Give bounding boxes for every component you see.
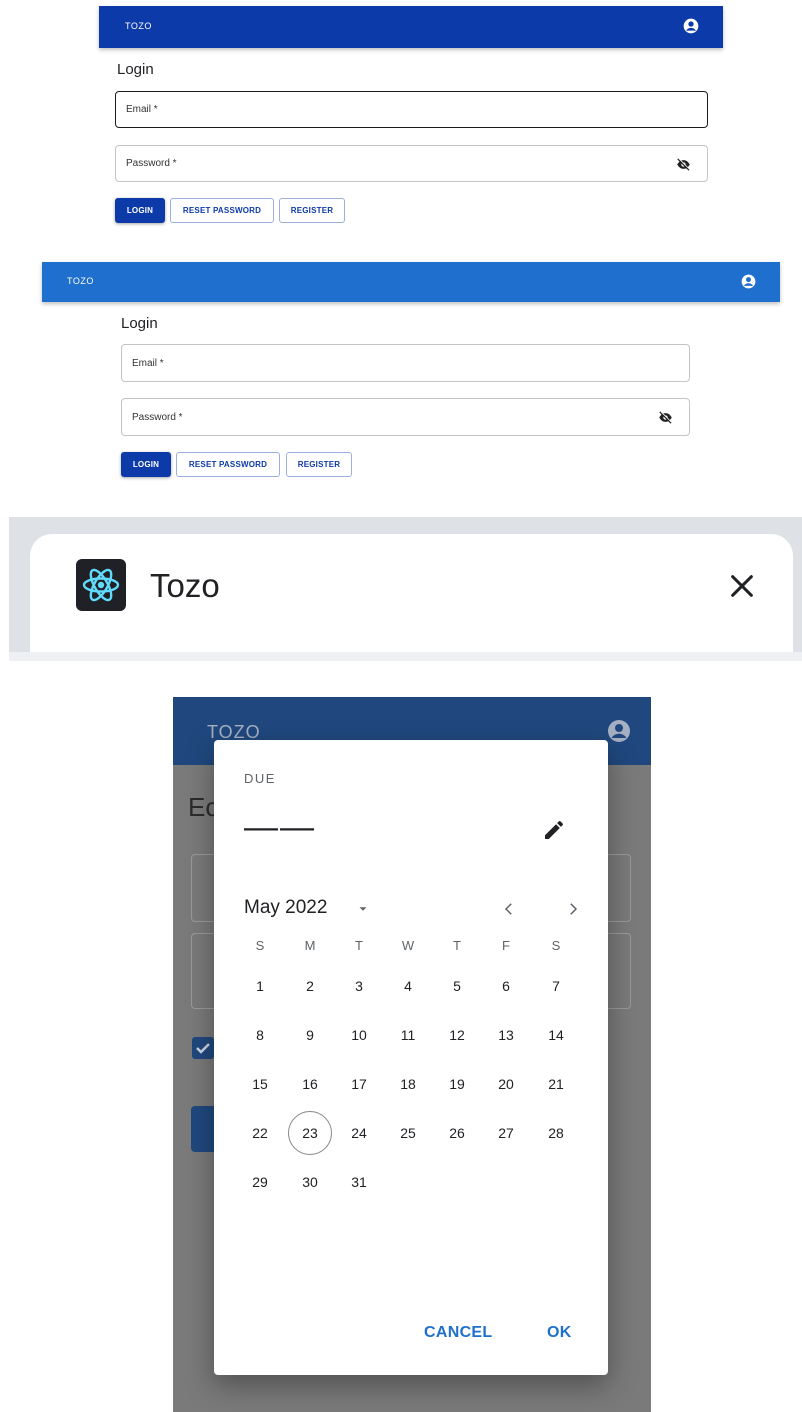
calendar-day[interactable]: 12 — [435, 1013, 479, 1057]
calendar-day[interactable]: 21 — [534, 1062, 578, 1106]
calendar-day[interactable]: 22 — [238, 1111, 282, 1155]
reset-password-button[interactable]: RESET PASSWORD — [170, 198, 274, 223]
react-logo-icon — [76, 559, 126, 611]
account-circle-icon[interactable] — [741, 274, 756, 289]
calendar-day[interactable]: 31 — [337, 1160, 381, 1204]
weekday-label: S — [255, 938, 265, 953]
chevron-right-icon[interactable] — [564, 900, 582, 918]
date-picker-label: DUE — [244, 771, 276, 786]
account-circle-icon — [608, 720, 630, 742]
app-bar: TOZO — [99, 6, 723, 48]
ok-button[interactable]: OK — [547, 1324, 572, 1342]
weekday-label: T — [355, 938, 363, 953]
calendar-day[interactable]: 18 — [386, 1062, 430, 1106]
calendar-day[interactable]: 11 — [386, 1013, 430, 1057]
background-checkbox — [192, 1037, 214, 1059]
browser-tab[interactable] — [30, 534, 793, 652]
calendar-day[interactable]: 29 — [238, 1160, 282, 1204]
weekday-label: S — [551, 938, 561, 953]
calendar-day[interactable]: 5 — [435, 964, 479, 1008]
email-field[interactable]: Email * — [121, 344, 690, 382]
calendar-day[interactable]: 6 — [484, 964, 528, 1008]
month-year-label[interactable]: May 2022 — [244, 897, 327, 919]
password-field[interactable]: Password * — [121, 398, 690, 436]
register-button[interactable]: REGISTER — [279, 198, 345, 223]
password-label: Password * — [132, 412, 183, 423]
calendar-day[interactable]: 30 — [288, 1160, 332, 1204]
calendar-day[interactable]: 13 — [484, 1013, 528, 1057]
password-label: Password * — [126, 158, 177, 169]
email-label: Email * — [132, 358, 164, 369]
calendar-day[interactable]: 1 — [238, 964, 282, 1008]
calendar-day[interactable]: 4 — [386, 964, 430, 1008]
weekday-label: W — [401, 938, 415, 953]
calendar-day[interactable]: 20 — [484, 1062, 528, 1106]
calendar-day[interactable]: 8 — [238, 1013, 282, 1057]
close-icon[interactable] — [728, 572, 756, 600]
calendar-day[interactable]: 26 — [435, 1111, 479, 1155]
brand-title[interactable]: TOZO — [125, 21, 152, 31]
calendar-day[interactable]: 28 — [534, 1111, 578, 1155]
selected-date-value: —— — [244, 808, 316, 846]
calendar-day[interactable]: 10 — [337, 1013, 381, 1057]
date-picker-dialog: DUE —— May 2022 S M T W T F S 1234567891… — [214, 740, 608, 1375]
register-button[interactable]: REGISTER — [286, 452, 352, 477]
tab-divider — [9, 652, 802, 661]
password-field[interactable]: Password * — [115, 145, 708, 182]
pencil-icon[interactable] — [542, 818, 566, 842]
visibility-off-icon[interactable] — [658, 410, 673, 425]
email-label: Email * — [126, 104, 158, 115]
calendar-day[interactable]: 19 — [435, 1062, 479, 1106]
calendar-day[interactable]: 17 — [337, 1062, 381, 1106]
calendar-day[interactable]: 25 — [386, 1111, 430, 1155]
calendar-day[interactable]: 23 — [288, 1111, 332, 1155]
cancel-button[interactable]: CANCEL — [424, 1324, 492, 1342]
calendar-day[interactable]: 16 — [288, 1062, 332, 1106]
caret-down-icon[interactable] — [356, 902, 370, 916]
reset-password-button[interactable]: RESET PASSWORD — [176, 452, 280, 477]
page-title: Login — [117, 61, 154, 78]
calendar-day[interactable]: 7 — [534, 964, 578, 1008]
email-field[interactable]: Email * — [115, 91, 708, 128]
calendar-day[interactable]: 3 — [337, 964, 381, 1008]
login-button[interactable]: LOGIN — [121, 452, 171, 477]
login-button[interactable]: LOGIN — [115, 198, 165, 223]
brand-title[interactable]: TOZO — [67, 276, 94, 286]
weekday-label: T — [453, 938, 461, 953]
calendar-day[interactable]: 27 — [484, 1111, 528, 1155]
weekday-label: F — [502, 938, 510, 953]
calendar-day[interactable]: 15 — [238, 1062, 282, 1106]
weekday-label: M — [304, 938, 316, 953]
calendar-day[interactable]: 2 — [288, 964, 332, 1008]
calendar-day[interactable]: 24 — [337, 1111, 381, 1155]
page-title: Login — [121, 315, 158, 332]
visibility-off-icon[interactable] — [676, 157, 691, 172]
tab-title: Tozo — [150, 567, 220, 604]
chevron-left-icon[interactable] — [500, 900, 518, 918]
calendar-day[interactable]: 9 — [288, 1013, 332, 1057]
account-circle-icon[interactable] — [683, 18, 699, 34]
calendar-day[interactable]: 14 — [534, 1013, 578, 1057]
app-bar: TOZO — [42, 262, 780, 302]
